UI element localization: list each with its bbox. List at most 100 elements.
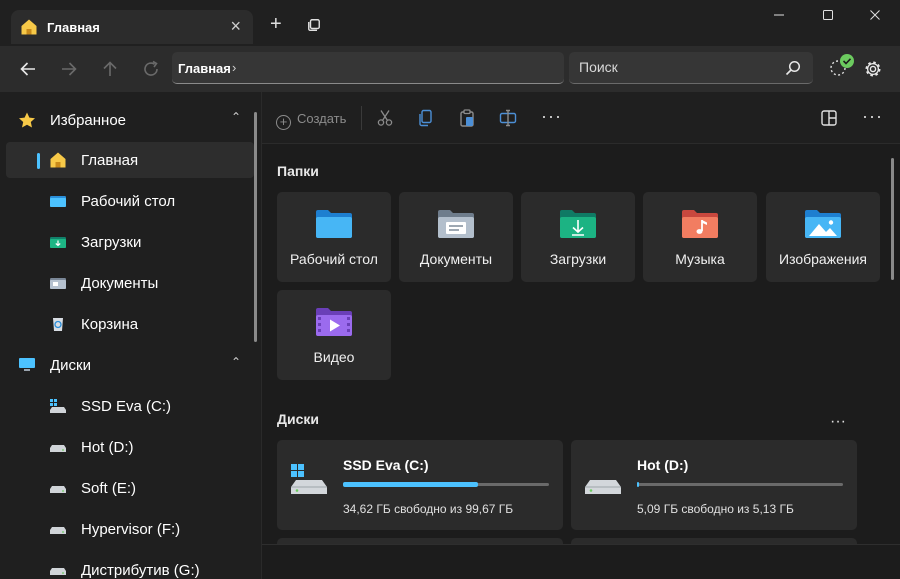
sync-status-icon[interactable] bbox=[826, 53, 856, 81]
sidebar-item-documents[interactable]: Документы bbox=[6, 265, 254, 301]
folder-label: Видео bbox=[313, 349, 355, 365]
sidebar-item-label: Рабочий стол bbox=[81, 193, 176, 210]
folder-card-videos[interactable]: Видео bbox=[277, 290, 391, 380]
tab-title: Главная bbox=[47, 20, 100, 35]
drive-card-d[interactable]: Hot (D:) 5,09 ГБ свободно из 5,13 ГБ bbox=[571, 440, 857, 530]
copy-icon[interactable] bbox=[417, 109, 435, 127]
drives-more-icon[interactable]: ··· bbox=[830, 413, 846, 431]
drive-free-space: 34,62 ГБ свободно из 99,67 ГБ bbox=[343, 502, 514, 516]
drive-usage-bar bbox=[343, 482, 549, 487]
command-bar: + Создать ··· ··· bbox=[262, 92, 900, 144]
close-icon bbox=[870, 10, 880, 20]
create-label: Создать bbox=[297, 111, 347, 126]
breadcrumb[interactable]: Главная › bbox=[172, 52, 564, 84]
folder-card-music[interactable]: Музыка bbox=[643, 192, 757, 282]
documents-folder-icon bbox=[50, 278, 66, 289]
folder-card-desktop[interactable]: Рабочий стол bbox=[277, 192, 391, 282]
home-icon bbox=[21, 19, 37, 35]
see-more-icon[interactable]: ··· bbox=[862, 106, 883, 127]
folder-card-downloads[interactable]: Загрузки bbox=[521, 192, 635, 282]
forward-arrow-icon[interactable] bbox=[59, 59, 79, 79]
sidebar-item-downloads[interactable]: Загрузки bbox=[6, 224, 254, 260]
drive-icon bbox=[50, 568, 66, 575]
drive-card-c[interactable]: SSD Eva (C:) 34,62 ГБ свободно из 99,67 … bbox=[277, 440, 563, 530]
cut-icon[interactable] bbox=[376, 109, 394, 127]
refresh-icon[interactable] bbox=[141, 59, 161, 79]
up-arrow-icon[interactable] bbox=[100, 59, 120, 79]
tab-home[interactable]: Главная × bbox=[11, 10, 253, 44]
breadcrumb-item-home[interactable]: Главная bbox=[178, 61, 231, 76]
minimize-icon bbox=[774, 14, 784, 16]
sidebar-item-label: Hypervisor (F:) bbox=[81, 521, 181, 538]
folder-card-documents[interactable]: Документы bbox=[399, 192, 513, 282]
sidebar-item-home[interactable]: Главная bbox=[6, 142, 254, 178]
sidebar-group-favorites[interactable]: Избранное ⌃ bbox=[0, 100, 261, 140]
selection-indicator bbox=[37, 153, 40, 169]
search-box[interactable] bbox=[569, 52, 813, 84]
close-tab-icon[interactable]: × bbox=[230, 17, 241, 35]
videos-folder-icon bbox=[316, 308, 352, 336]
sidebar-item-label: Загрузки bbox=[81, 234, 142, 251]
system-drive-icon bbox=[291, 464, 327, 494]
sidebar-item-drive-c[interactable]: SSD Eva (C:) bbox=[6, 388, 254, 424]
home-icon bbox=[50, 152, 66, 168]
sidebar-item-label: Hot (D:) bbox=[81, 439, 134, 456]
sidebar-item-label: Документы bbox=[81, 275, 159, 292]
chevron-up-icon[interactable]: ⌃ bbox=[231, 355, 241, 369]
search-input[interactable] bbox=[579, 59, 779, 75]
pictures-folder-icon bbox=[805, 210, 841, 238]
sidebar-item-drive-f[interactable]: Hypervisor (F:) bbox=[6, 511, 254, 547]
star-icon bbox=[19, 112, 35, 128]
sidebar-item-label: Дистрибутив (G:) bbox=[81, 562, 200, 579]
tab-list-icon[interactable] bbox=[308, 19, 320, 31]
content-pane: + Создать ··· ··· Папки Рабочий стол Док… bbox=[262, 92, 900, 579]
create-button[interactable]: + Создать bbox=[276, 111, 347, 130]
search-icon[interactable] bbox=[785, 60, 801, 76]
music-folder-icon bbox=[682, 210, 718, 238]
folder-label: Рабочий стол bbox=[290, 251, 378, 267]
drive-usage-fill bbox=[343, 482, 478, 487]
navigation-pane: Избранное ⌃ Главная Рабочий стол Загрузк… bbox=[0, 92, 262, 579]
system-drive-icon bbox=[50, 399, 66, 413]
desktop-folder-icon bbox=[316, 210, 352, 238]
sidebar-group-label: Избранное bbox=[50, 112, 127, 129]
sidebar-item-drive-d[interactable]: Hot (D:) bbox=[6, 429, 254, 465]
back-arrow-icon[interactable] bbox=[18, 59, 38, 79]
sidebar-item-desktop[interactable]: Рабочий стол bbox=[6, 183, 254, 219]
maximize-button[interactable] bbox=[813, 8, 843, 30]
sidebar-item-label: SSD Eva (C:) bbox=[81, 398, 172, 415]
drive-usage-bar bbox=[637, 482, 843, 487]
close-window-button[interactable] bbox=[860, 8, 890, 30]
drive-name: SSD Eva (C:) bbox=[343, 457, 429, 473]
documents-folder-icon bbox=[438, 210, 474, 238]
recycle-bin-icon bbox=[53, 318, 63, 331]
sidebar-scrollbar[interactable] bbox=[254, 112, 257, 342]
chevron-up-icon[interactable]: ⌃ bbox=[231, 110, 241, 124]
more-options-icon[interactable]: ··· bbox=[541, 106, 562, 127]
sidebar-item-drive-g[interactable]: Дистрибутив (G:) bbox=[6, 552, 254, 579]
drive-free-space: 5,09 ГБ свободно из 5,13 ГБ bbox=[637, 502, 794, 516]
new-tab-button[interactable]: + bbox=[270, 14, 282, 34]
plus-icon: + bbox=[276, 115, 291, 130]
gear-icon[interactable] bbox=[864, 60, 882, 78]
details-pane-icon[interactable] bbox=[820, 109, 838, 127]
maximize-icon bbox=[823, 10, 833, 20]
sidebar-item-recycle-bin[interactable]: Корзина bbox=[6, 306, 254, 342]
sidebar-item-label: Soft (E:) bbox=[81, 480, 137, 497]
sidebar-group-drives[interactable]: Диски ⌃ bbox=[0, 345, 261, 385]
rename-icon[interactable] bbox=[499, 109, 517, 127]
this-pc-icon bbox=[19, 358, 35, 371]
paste-icon[interactable] bbox=[458, 109, 476, 127]
breadcrumb-chevron-icon[interactable]: › bbox=[232, 60, 236, 75]
sidebar-item-label: Корзина bbox=[81, 316, 139, 333]
toolbar-divider bbox=[361, 106, 362, 130]
content-scrollbar[interactable] bbox=[891, 158, 894, 280]
drive-name: Hot (D:) bbox=[637, 457, 689, 473]
downloads-folder-icon bbox=[50, 237, 66, 248]
sidebar-group-label: Диски bbox=[50, 357, 91, 374]
sidebar-item-drive-e[interactable]: Soft (E:) bbox=[6, 470, 254, 506]
drive-icon bbox=[50, 445, 66, 452]
folder-card-pictures[interactable]: Изображения bbox=[766, 192, 880, 282]
minimize-button[interactable] bbox=[764, 8, 794, 30]
folder-label: Документы bbox=[419, 251, 493, 267]
